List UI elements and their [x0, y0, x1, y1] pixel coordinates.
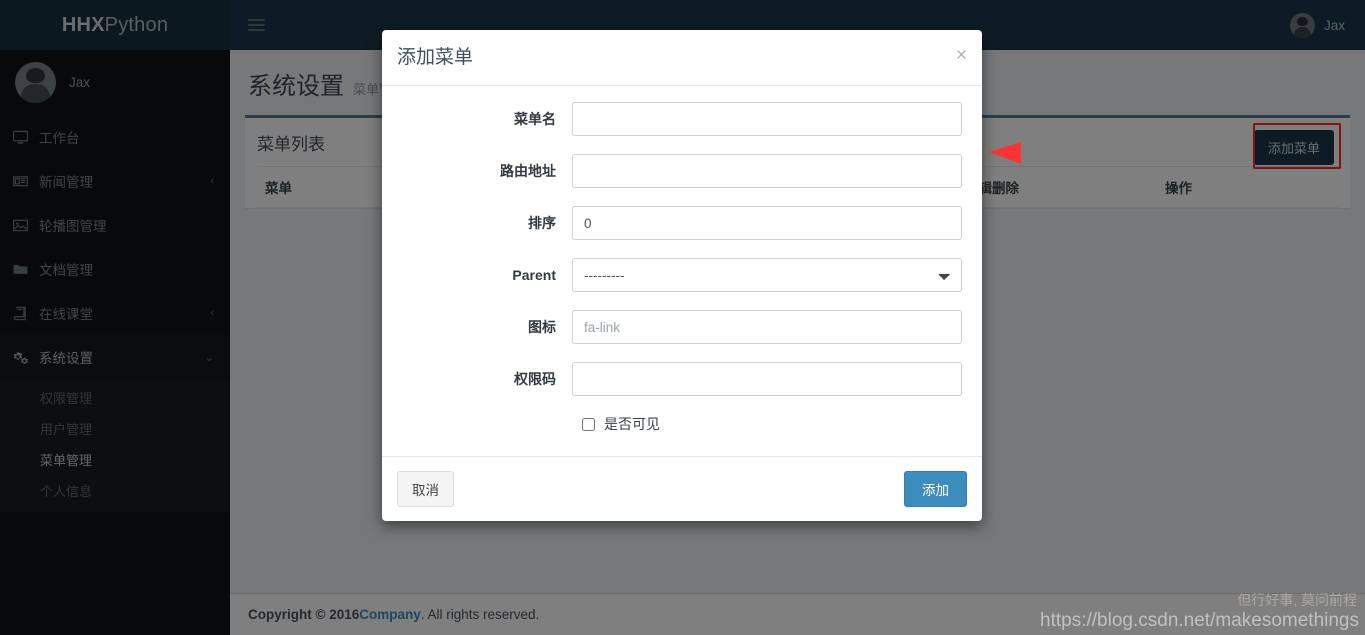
submit-button[interactable]: 添加 [904, 471, 967, 507]
sort-order-input[interactable] [572, 206, 962, 240]
modal-header: 添加菜单 × [382, 30, 982, 86]
field-label: 权限码 [514, 371, 556, 387]
modal-body: 菜单名 路由地址 排序 Parent --------- 图标 权限码 [382, 86, 982, 456]
field-label: 排序 [528, 215, 556, 231]
visible-checkbox-label[interactable]: 是否可见 [604, 414, 660, 434]
route-url-input[interactable] [572, 154, 962, 188]
add-menu-modal: 添加菜单 × 菜单名 路由地址 排序 Parent --------- 图标 [382, 30, 982, 521]
watermark-url: https://blog.csdn.net/makesomethings [1040, 610, 1359, 631]
field-label: Parent [512, 267, 556, 283]
field-permission-code: 权限码 [392, 362, 972, 396]
field-icon: 图标 [392, 310, 972, 344]
field-visible: 是否可见 [392, 414, 972, 434]
field-label: 路由地址 [500, 163, 556, 179]
menu-name-input[interactable] [572, 102, 962, 136]
field-sort-order: 排序 [392, 206, 972, 240]
app-root: Jax 工作台 新闻管理 ‹ 轮播图管理 [0, 0, 1365, 635]
field-menu-name: 菜单名 [392, 102, 972, 136]
permission-code-input[interactable] [572, 362, 962, 396]
icon-input[interactable] [572, 310, 962, 344]
field-label: 菜单名 [514, 111, 556, 127]
parent-select[interactable]: --------- [572, 258, 962, 292]
visible-checkbox[interactable] [582, 417, 595, 431]
field-label: 图标 [528, 319, 556, 335]
modal-title: 添加菜单 [397, 47, 474, 68]
modal-footer: 取消 添加 [382, 456, 982, 521]
watermark-slogan: 但行好事, 莫问前程 [1237, 592, 1357, 608]
close-icon[interactable]: × [956, 46, 967, 65]
field-parent: Parent --------- [392, 258, 972, 292]
field-route-url: 路由地址 [392, 154, 972, 188]
cancel-button[interactable]: 取消 [397, 471, 454, 507]
